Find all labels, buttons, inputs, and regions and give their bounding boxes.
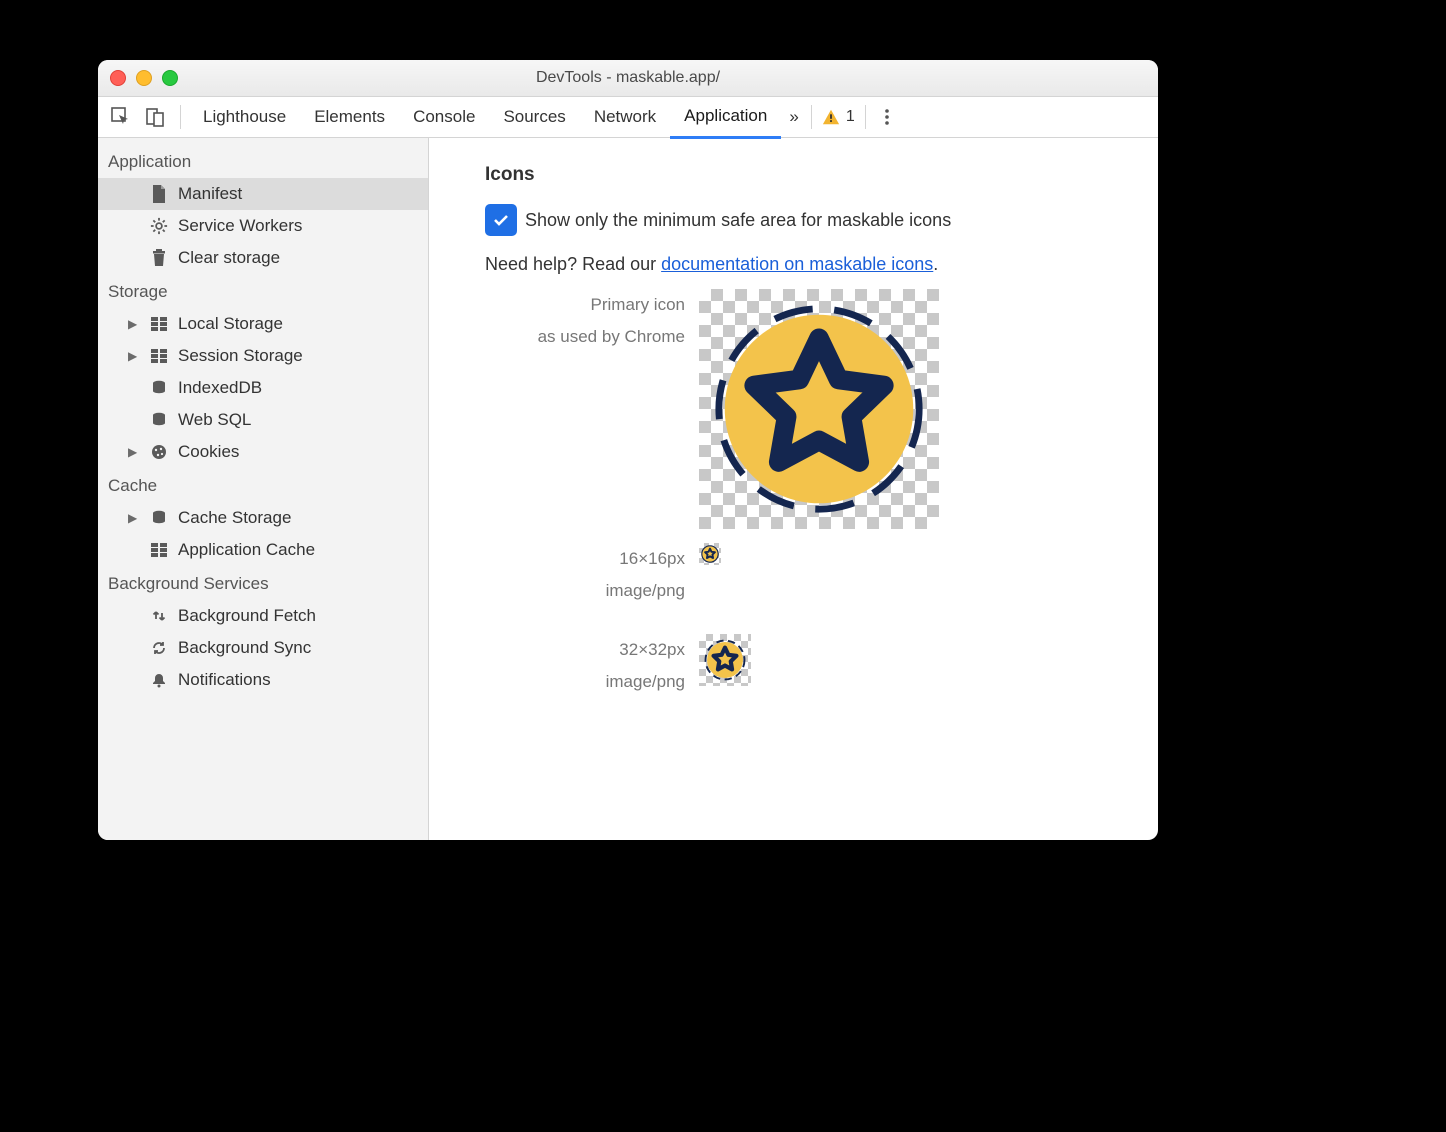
- section-cache: Cache: [98, 468, 428, 502]
- bell-icon: [148, 672, 170, 688]
- sidebar-item-session-storage[interactable]: ▶Session Storage: [98, 340, 428, 372]
- icon-preview-32: [699, 634, 751, 686]
- grid-icon: [148, 317, 170, 331]
- database-icon: [148, 380, 170, 396]
- section-background-services: Background Services: [98, 566, 428, 600]
- primary-icon-label-2: as used by Chrome: [485, 321, 685, 353]
- trash-icon: [148, 249, 170, 267]
- warnings-indicator[interactable]: 1: [816, 108, 861, 126]
- warning-icon: [822, 108, 840, 126]
- sync-icon: [148, 640, 170, 656]
- sidebar: Application ▶Manifest ▶Service Workers ▶…: [98, 138, 429, 840]
- sidebar-item-background-sync[interactable]: ▶Background Sync: [98, 632, 428, 664]
- database-icon: [148, 510, 170, 526]
- sidebar-item-local-storage[interactable]: ▶Local Storage: [98, 308, 428, 340]
- updown-icon: [148, 608, 170, 624]
- database-icon: [148, 412, 170, 428]
- sidebar-item-manifest[interactable]: ▶Manifest: [98, 178, 428, 210]
- maskable-icon-16: [701, 545, 719, 563]
- grid-icon: [148, 349, 170, 363]
- file-icon: [148, 185, 170, 203]
- sidebar-item-clear-storage[interactable]: ▶Clear storage: [98, 242, 428, 274]
- inspect-icon[interactable]: [106, 102, 136, 132]
- check-icon: [492, 211, 510, 229]
- device-toggle-icon[interactable]: [140, 102, 170, 132]
- cookie-icon: [148, 444, 170, 460]
- maskable-icon-large: [711, 301, 927, 517]
- maskable-icon-32: [704, 639, 746, 681]
- grid-icon: [148, 543, 170, 557]
- gear-icon: [148, 217, 170, 235]
- sidebar-item-application-cache[interactable]: ▶Application Cache: [98, 534, 428, 566]
- tab-lighthouse[interactable]: Lighthouse: [189, 97, 300, 137]
- sidebar-item-indexeddb[interactable]: ▶IndexedDB: [98, 372, 428, 404]
- tab-network[interactable]: Network: [580, 97, 670, 137]
- menu-kebab-icon[interactable]: [872, 102, 902, 132]
- icon-size-16: 16×16px: [485, 543, 685, 575]
- sidebar-item-web-sql[interactable]: ▶Web SQL: [98, 404, 428, 436]
- help-link[interactable]: documentation on maskable icons: [661, 254, 933, 274]
- tab-sources[interactable]: Sources: [489, 97, 579, 137]
- tabs-overflow[interactable]: »: [781, 97, 806, 137]
- tab-application[interactable]: Application: [670, 96, 781, 139]
- zoom-window[interactable]: [162, 70, 178, 86]
- minimize-window[interactable]: [136, 70, 152, 86]
- titlebar: DevTools - maskable.app/: [98, 60, 1158, 97]
- icon-type-16: image/png: [485, 575, 685, 607]
- icon-type-32: image/png: [485, 666, 685, 698]
- sidebar-item-cookies[interactable]: ▶Cookies: [98, 436, 428, 468]
- close-window[interactable]: [110, 70, 126, 86]
- devtools-tabs: Lighthouse Elements Console Sources Netw…: [98, 97, 1158, 138]
- tab-elements[interactable]: Elements: [300, 97, 399, 137]
- warn-count: 1: [846, 108, 855, 126]
- traffic-lights: [110, 70, 178, 86]
- sidebar-item-background-fetch[interactable]: ▶Background Fetch: [98, 600, 428, 632]
- icon-size-32: 32×32px: [485, 634, 685, 666]
- checkbox-label: Show only the minimum safe area for mask…: [525, 210, 951, 231]
- section-storage: Storage: [98, 274, 428, 308]
- icon-preview-16: [699, 543, 721, 565]
- primary-icon-preview: [699, 289, 939, 529]
- tab-console[interactable]: Console: [399, 97, 489, 137]
- sidebar-item-notifications[interactable]: ▶Notifications: [98, 664, 428, 696]
- manifest-icons-panel: Icons Show only the minimum safe area fo…: [429, 138, 1158, 840]
- icons-heading: Icons: [485, 164, 1158, 186]
- help-text: Need help? Read our documentation on mas…: [485, 254, 1158, 275]
- safe-area-checkbox[interactable]: [485, 204, 517, 236]
- primary-icon-label-1: Primary icon: [485, 289, 685, 321]
- sidebar-item-service-workers[interactable]: ▶Service Workers: [98, 210, 428, 242]
- separator: [180, 105, 181, 129]
- sidebar-item-cache-storage[interactable]: ▶Cache Storage: [98, 502, 428, 534]
- devtools-window: DevTools - maskable.app/ Lighthouse Elem…: [98, 60, 1158, 840]
- window-title: DevTools - maskable.app/: [98, 69, 1158, 87]
- section-application: Application: [98, 144, 428, 178]
